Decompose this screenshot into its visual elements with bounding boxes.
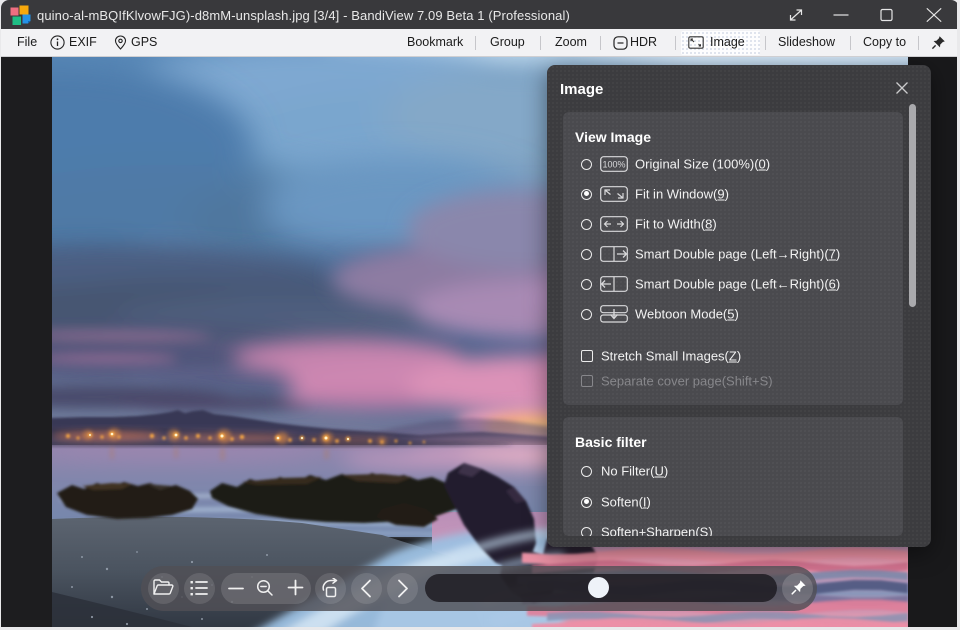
svg-text:100%: 100%	[602, 160, 625, 170]
